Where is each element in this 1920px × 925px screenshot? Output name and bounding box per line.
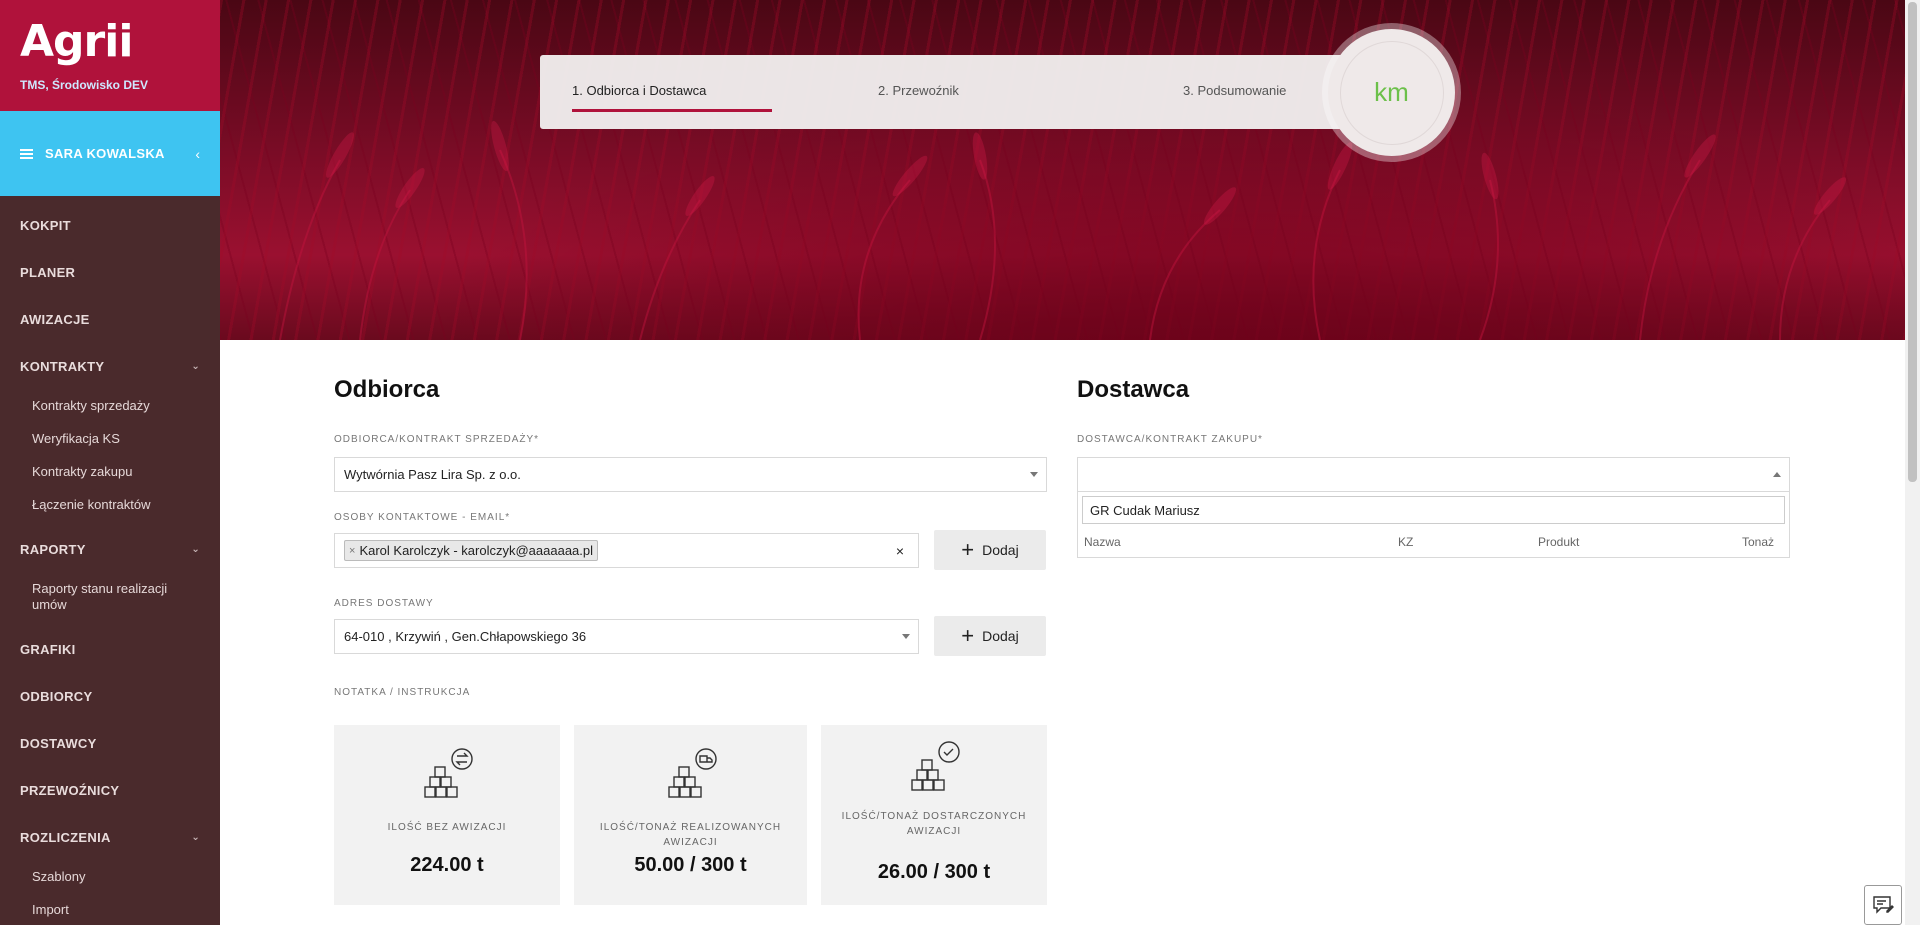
nav-subitem-weryfikacja-ks[interactable]: Weryfikacja KS [0,423,220,456]
contacts-multiselect[interactable]: × Karol Karolczyk - karolczyk@aaaaaaa.pl… [334,533,919,568]
caret-down-icon [1030,472,1038,477]
boxes-exchange-icon [424,748,473,798]
feedback-button[interactable] [1864,885,1902,925]
sidebar: Agrii TMS, Środowisko DEV SARA KOWALSKA … [0,0,220,925]
odbiorca-heading: Odbiorca [334,376,440,403]
nav-subitem-kontrakty-zakupu[interactable]: Kontrakty zakupu [0,456,220,489]
address-value: 64-010 , Krzywiń , Gen.Chłapowskiego 36 [344,629,587,644]
nav-item-grafiki[interactable]: GRAFIKI [0,626,220,673]
add-address-label: Dodaj [982,628,1019,644]
chat-edit-icon [1873,896,1894,914]
dostawca-search-input[interactable]: GR Cudak Mariusz [1082,496,1785,524]
nav-item-planer[interactable]: PLANER [0,249,220,296]
contact-tag-label: Karol Karolczyk - karolczyk@aaaaaaa.pl [359,543,594,558]
nav-item-label: KONTRAKTY [20,359,105,374]
odbiorca-contract-select[interactable]: Wytwórnia Pasz Lira Sp. z o.o. [334,457,1047,492]
nav-item-dostawcy[interactable]: DOSTAWCY [0,720,220,767]
add-address-button[interactable]: + Dodaj [934,616,1046,656]
brand-area: Agrii TMS, Środowisko DEV [0,0,220,111]
nav-item-label: ODBIORCY [20,689,93,704]
column-header-produkt: Produkt [1538,535,1580,549]
stat-card-realizowane: ILOŚĆ/TONAŻ REALIZOWANYCH AWIZACJI 50.00… [574,725,807,905]
nav-subitem-raporty-stanu[interactable]: Raporty stanu realizacji umów [0,573,220,622]
nav-item-label: PRZEWOŹNICY [20,783,120,798]
column-header-nazwa: Nazwa [1084,535,1121,549]
stat-value: 50.00 / 300 t [634,854,747,876]
nav-item-przewoznicy[interactable]: PRZEWOŹNICY [0,767,220,814]
wheat-field-image [279,120,1847,340]
nav-item-label: PLANER [20,265,76,280]
distance-badge: km [1328,29,1455,156]
nav-item-label: ROZLICZENIA [20,830,111,845]
address-label: ADRES DOSTAWY [334,598,434,609]
nav-item-label: RAPORTY [20,542,86,557]
stat-title: ILOŚĆ/TONAŻ DOSTARCZONYCH AWIZACJI [841,811,1027,837]
wizard-stepper: 1. Odbiorca i Dostawca 2. Przewoźnik 3. … [540,55,1395,129]
nav-subitem-kontrakty-sprzedazy[interactable]: Kontrakty sprzedaży [0,390,220,423]
main-nav: KOKPIT PLANER AWIZACJE KONTRAKTY ⌄ Kontra… [0,196,220,925]
chevron-down-icon: ⌄ [191,832,200,843]
chevron-down-icon: ⌄ [191,544,200,555]
column-header-kz: KZ [1398,535,1414,549]
nav-item-label: AWIZACJE [20,312,90,327]
boxes-check-icon [911,741,960,791]
nav-item-kontrakty[interactable]: KONTRAKTY ⌄ [0,343,220,390]
stat-title: ILOŚĆ/TONAŻ REALIZOWANYCH AWIZACJI [599,822,782,848]
caret-up-icon [1773,472,1781,477]
environment-label: TMS, Środowisko DEV [20,78,149,92]
step-odbiorca-dostawca[interactable]: 1. Odbiorca i Dostawca [572,83,706,98]
stat-value: 224.00 t [410,854,484,876]
menu-icon[interactable] [20,148,33,159]
nav-item-raporty[interactable]: RAPORTY ⌄ [0,526,220,573]
nav-item-odbiorcy[interactable]: ODBIORCY [0,673,220,720]
stat-title: ILOŚĆ BEZ AWIZACJI [387,822,507,833]
stat-value: 26.00 / 300 t [877,861,991,883]
main-content: Odbiorca ODBIORCA/KONTRAKT SPRZEDAŻY* Wy… [220,340,1905,925]
agrii-logo[interactable]: Agrii [20,18,200,66]
odbiorca-contract-value: Wytwórnia Pasz Lira Sp. z o.o. [344,467,521,482]
nav-subitem-laczenie-kontraktow[interactable]: Łączenie kontraktów [0,489,220,522]
plus-icon: + [961,537,975,562]
hero-banner [220,0,1905,340]
odbiorca-contract-label: ODBIORCA/KONTRAKT SPRZEDAŻY* [334,434,540,445]
add-contact-label: Dodaj [982,542,1019,558]
nav-item-awizacje[interactable]: AWIZACJE [0,296,220,343]
dostawca-heading: Dostawca [1077,376,1190,403]
plus-icon: + [961,623,975,648]
active-step-indicator [572,109,772,112]
column-header-tonaz: Tonaż [1742,535,1775,549]
scrollbar-thumb[interactable] [1908,2,1917,482]
nav-subitem-import[interactable]: Import [0,894,220,925]
page-scrollbar[interactable] [1905,0,1920,925]
distance-value: km [1339,40,1444,145]
add-contact-button[interactable]: + Dodaj [934,530,1046,570]
nav-item-rozliczenia[interactable]: ROZLICZENIA ⌄ [0,814,220,861]
step-podsumowanie[interactable]: 3. Podsumowanie [1183,83,1286,98]
contacts-label: OSOBY KONTAKTOWE - EMAIL* [334,512,511,523]
nav-item-label: DOSTAWCY [20,736,97,751]
nav-item-label: KOKPIT [20,218,71,233]
stat-card-bez-awizacji: ILOŚĆ BEZ AWIZACJI 224.00 t [334,725,560,905]
chevron-down-icon: ⌄ [191,361,200,372]
stat-card-dostarczone: ILOŚĆ/TONAŻ DOSTARCZONYCH AWIZACJI 26.00… [821,725,1047,905]
dostawca-contract-label: DOSTAWCA/KONTRAKT ZAKUPU* [1077,434,1263,445]
user-name: SARA KOWALSKA [45,146,165,161]
dostawca-contract-select[interactable] [1077,457,1790,492]
caret-down-icon [902,634,910,639]
address-select[interactable]: 64-010 , Krzywiń , Gen.Chłapowskiego 36 [334,619,919,654]
dostawca-dropdown: GR Cudak Mariusz Nazwa KZ Produkt Tonaż [1077,492,1790,558]
nav-subitem-szablony[interactable]: Szablony [0,861,220,894]
chevron-left-icon[interactable]: ‹ [195,146,200,162]
boxes-truck-icon [667,748,717,798]
remove-tag-icon[interactable]: × [349,545,355,557]
step-przewoznik[interactable]: 2. Przewoźnik [878,83,959,98]
contact-tag: × Karol Karolczyk - karolczyk@aaaaaaa.pl [344,540,599,561]
nav-item-kokpit[interactable]: KOKPIT [0,202,220,249]
nav-item-label: GRAFIKI [20,642,76,657]
clear-icon[interactable]: × [896,543,904,559]
note-label[interactable]: NOTATKA / INSTRUKCJA [334,687,470,698]
user-bar[interactable]: SARA KOWALSKA ‹ [0,111,220,196]
